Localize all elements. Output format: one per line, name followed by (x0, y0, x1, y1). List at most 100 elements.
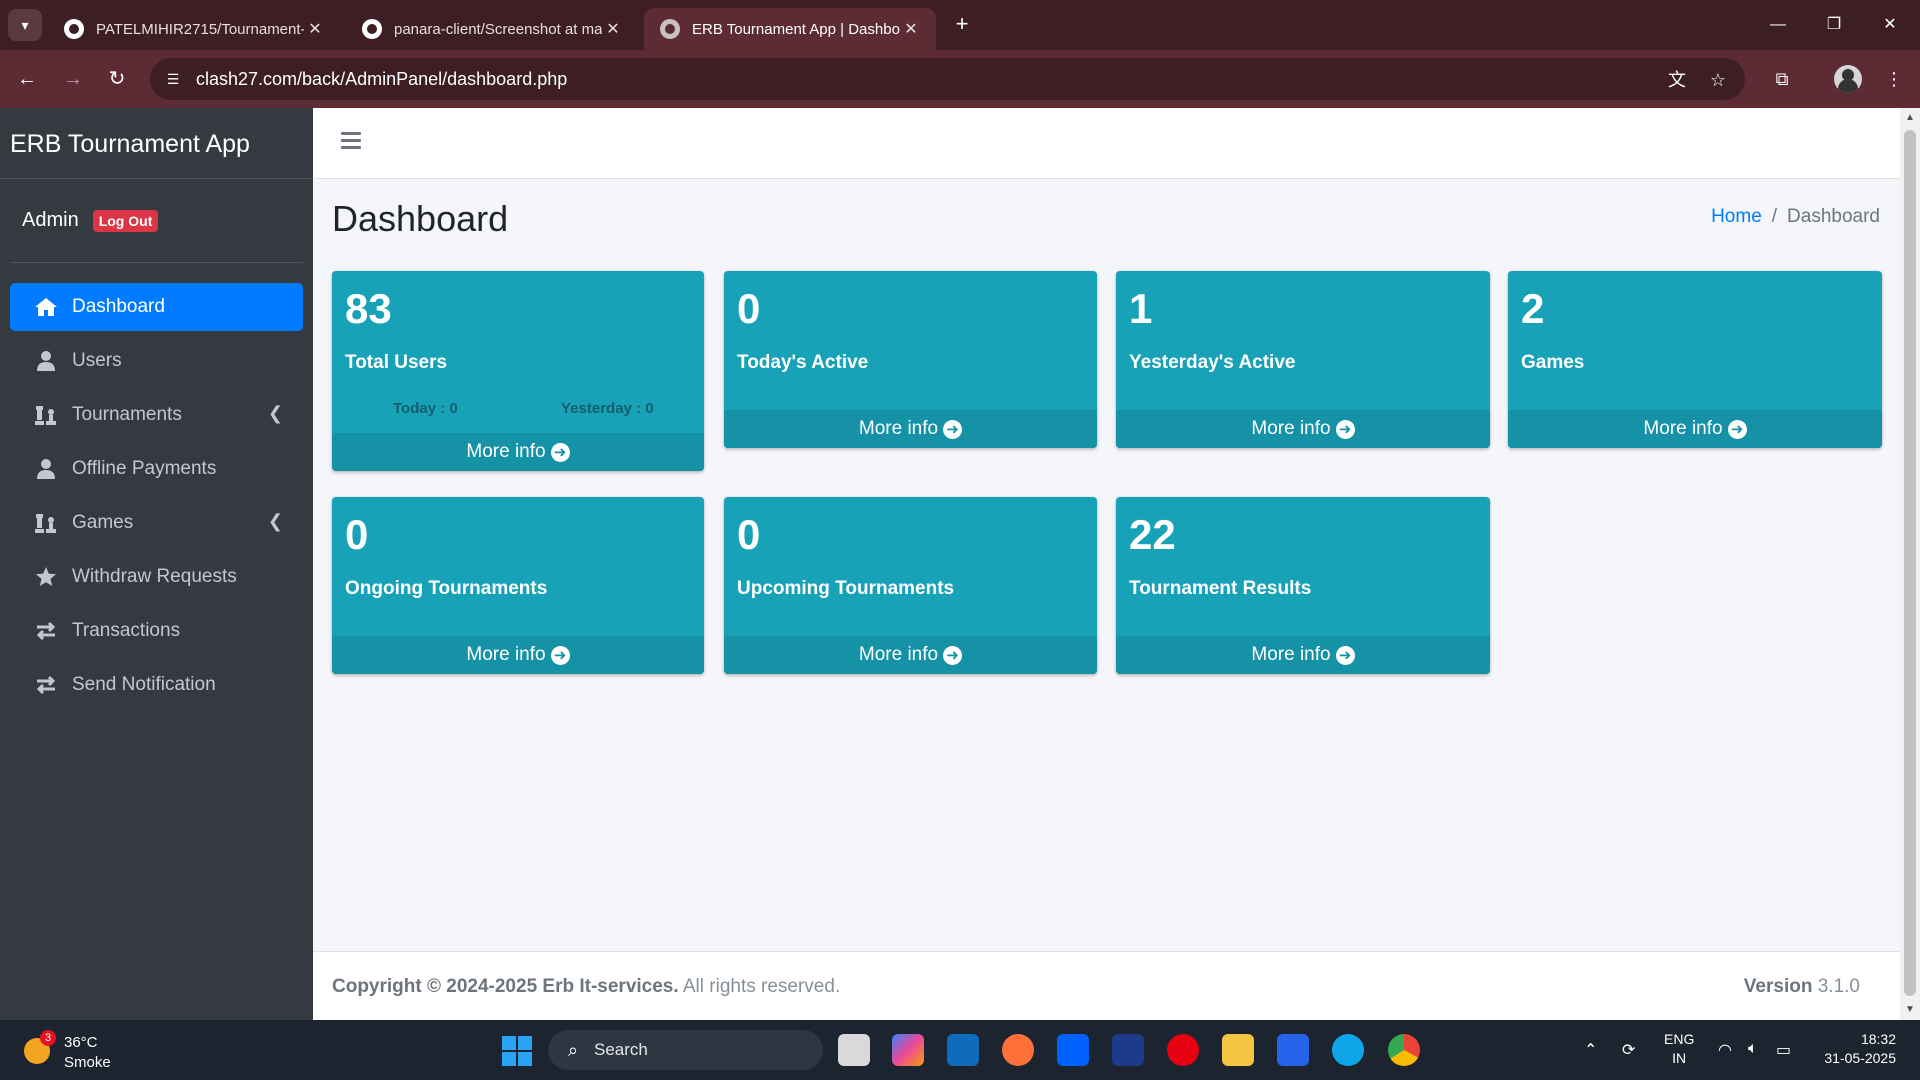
sidebar: ERB Tournament App Admin Log Out Dashboa… (0, 108, 313, 1020)
dropbox-icon[interactable] (1057, 1034, 1089, 1066)
copyright-rest: All rights reserved. (678, 976, 841, 997)
clock[interactable]: 18:32 31-05-2025 (1816, 1030, 1896, 1068)
tab-title: ERB Tournament App | Dashboard (692, 20, 900, 38)
sidebar-item-label: Send Notification (72, 674, 216, 695)
sidebar-item-tournaments[interactable]: Tournaments ❮ (10, 391, 303, 439)
close-window-icon[interactable]: ✕ (1870, 10, 1910, 40)
sidebar-item-offline-payments[interactable]: Offline Payments (10, 445, 303, 493)
sidebar-item-label: Tournaments (72, 404, 182, 425)
close-icon[interactable]: ✕ (304, 19, 326, 39)
logout-button[interactable]: Log Out (92, 209, 159, 232)
wifi-icon[interactable]: ◠ (1718, 1040, 1732, 1060)
user-icon (34, 457, 58, 481)
tab-search-button[interactable]: ▾ (8, 9, 42, 41)
taskbar-search[interactable]: ⌕ Search (548, 1030, 823, 1070)
stat-value: 0 (737, 511, 761, 558)
back-icon[interactable]: ← (12, 64, 42, 94)
task-view-icon[interactable] (838, 1034, 870, 1066)
weather-widget[interactable]: 3 36°C Smoke (22, 1028, 132, 1072)
sidebar-item-send-notification[interactable]: Send Notification (10, 661, 303, 709)
sync-icon[interactable]: ⟳ (1622, 1040, 1635, 1060)
volume-icon[interactable]: 🔈︎ (1748, 1040, 1758, 1058)
user-name[interactable]: Admin (22, 209, 79, 232)
sidebar-item-users[interactable]: Users (10, 337, 303, 385)
browser-tab-github-panara[interactable]: panara-client/Screenshot at ma ✕ (346, 8, 638, 50)
url-text[interactable]: clash27.com/back/AdminPanel/dashboard.ph… (196, 69, 567, 90)
chrome-icon[interactable] (1388, 1034, 1420, 1066)
more-info-link[interactable]: More info ➜ (724, 410, 1097, 448)
more-info-link[interactable]: More info ➜ (332, 433, 704, 471)
language-indicator[interactable]: ENG IN (1664, 1030, 1694, 1068)
more-info-link[interactable]: More info ➜ (724, 636, 1097, 674)
chevron-up-icon[interactable]: ⌃ (1584, 1040, 1597, 1060)
store-icon[interactable] (1112, 1034, 1144, 1066)
minimize-icon[interactable]: — (1758, 10, 1798, 40)
stat-box-games: 2 Games More info ➜ (1508, 271, 1882, 448)
restore-icon[interactable]: ❐ (1814, 10, 1854, 40)
top-navbar (313, 108, 1900, 179)
bookmark-star-icon[interactable]: ☆ (1706, 68, 1730, 92)
battery-icon[interactable]: ▭ (1776, 1040, 1791, 1060)
chess-icon (34, 511, 58, 535)
new-tab-button[interactable]: + (950, 12, 974, 36)
hamburger-menu-icon[interactable] (341, 132, 363, 150)
scroll-up-icon[interactable]: ▲ (1904, 112, 1916, 124)
sidebar-item-games[interactable]: Games ❮ (10, 499, 303, 547)
app-icon[interactable] (1277, 1034, 1309, 1066)
exchange-icon (34, 673, 58, 697)
search-icon: ⌕ (567, 1040, 579, 1060)
chess-icon (34, 403, 58, 427)
more-info-link[interactable]: More info ➜ (332, 636, 704, 674)
arrow-circle-right-icon: ➜ (1335, 645, 1355, 665)
stat-box-yesterdays-active: 1 Yesterday's Active More info ➜ (1116, 271, 1490, 448)
browser-tab-dashboard[interactable]: ERB Tournament App | Dashboard ✕ (644, 8, 936, 50)
breadcrumb-separator: / (1771, 206, 1778, 227)
menu-dots-icon[interactable]: ⋮ (1880, 65, 1908, 93)
scroll-down-icon[interactable]: ▼ (1904, 1004, 1916, 1016)
more-info-label: More info (466, 644, 546, 665)
extensions-icon[interactable]: ⧉ (1768, 65, 1796, 93)
page-title: Dashboard (332, 198, 509, 239)
opera-icon[interactable] (1167, 1034, 1199, 1066)
stat-label: Today's Active (737, 352, 869, 373)
firefox-icon[interactable] (1002, 1034, 1034, 1066)
profile-avatar[interactable] (1834, 65, 1862, 93)
tab-title: panara-client/Screenshot at ma (394, 20, 602, 38)
arrow-circle-right-icon: ➜ (943, 419, 963, 439)
breadcrumb-home-link[interactable]: Home (1711, 206, 1762, 227)
browser-tab-github-tournament[interactable]: PATELMIHIR2715/Tournament-A ✕ (48, 8, 340, 50)
outlook-icon[interactable] (947, 1034, 979, 1066)
sidebar-item-withdraw-requests[interactable]: Withdraw Requests (10, 553, 303, 601)
notification-badge: 3 (40, 1030, 56, 1046)
more-info-link[interactable]: More info ➜ (1116, 410, 1490, 448)
forward-icon[interactable]: → (58, 64, 88, 94)
close-icon[interactable]: ✕ (602, 19, 624, 39)
address-bar[interactable]: ☰ clash27.com/back/AdminPanel/dashboard.… (150, 58, 1745, 100)
copyright: Copyright © 2024-2025 Erb It-services. A… (332, 976, 840, 998)
stat-value: 2 (1521, 285, 1545, 332)
more-info-link[interactable]: More info ➜ (1508, 410, 1882, 448)
user-icon (34, 349, 58, 373)
reload-icon[interactable]: ↻ (102, 64, 132, 94)
sidebar-item-label: Users (72, 350, 122, 371)
scrollbar-thumb[interactable] (1904, 130, 1916, 996)
chevron-left-icon: ❮ (267, 403, 283, 423)
version-label: Version (1743, 976, 1813, 997)
tab-title: PATELMIHIR2715/Tournament-A (96, 20, 304, 38)
language-top: ENG (1664, 1031, 1695, 1047)
more-info-link[interactable]: More info ➜ (1116, 636, 1490, 674)
sidebar-item-transactions[interactable]: Transactions (10, 607, 303, 655)
windows-start-icon[interactable] (502, 1036, 532, 1066)
sidebar-item-dashboard[interactable]: Dashboard (10, 283, 303, 331)
copilot-icon[interactable] (892, 1034, 924, 1066)
brand-title[interactable]: ERB Tournament App (0, 108, 313, 179)
translate-icon[interactable]: 文 (1665, 68, 1689, 92)
file-explorer-icon[interactable] (1222, 1034, 1254, 1066)
sidebar-item-label: Withdraw Requests (72, 566, 237, 587)
edge-icon[interactable] (1332, 1034, 1364, 1066)
sidebar-menu: Dashboard Users Tournaments ❮ Offline Pa… (0, 263, 313, 709)
page-scrollbar[interactable]: ▲ ▼ (1900, 108, 1920, 1020)
site-info-icon[interactable]: ☰ (162, 68, 184, 90)
close-icon[interactable]: ✕ (900, 19, 922, 39)
arrow-circle-right-icon: ➜ (550, 645, 570, 665)
